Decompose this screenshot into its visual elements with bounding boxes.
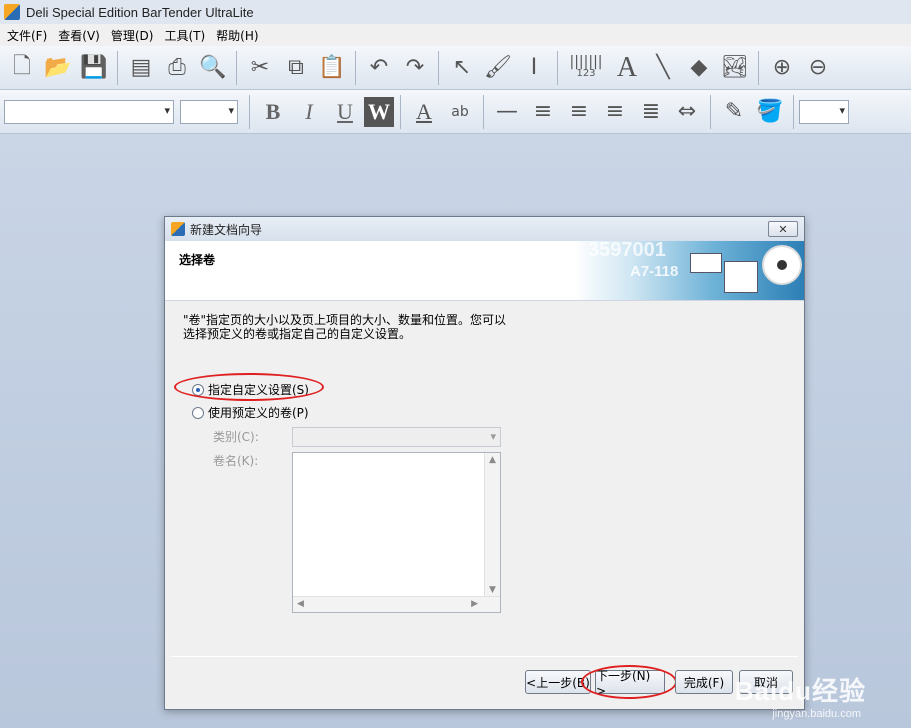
font-name-select[interactable] — [4, 99, 174, 124]
horizontal-scrollbar: ◀ ▶ — [293, 596, 500, 612]
cut-icon[interactable]: ✂ — [243, 51, 277, 85]
underline-button[interactable]: U — [328, 95, 362, 129]
red-annotation-ellipse — [174, 373, 324, 401]
bartender-logo-icon — [4, 4, 20, 20]
menu-tools[interactable]: 工具(T) — [161, 25, 213, 46]
bold-button[interactable]: B — [256, 95, 290, 129]
page-setup-icon[interactable]: ▤ — [124, 51, 158, 85]
roll-name-label: 卷名(K): — [213, 454, 259, 468]
zoom-out-icon[interactable]: ⊖ — [801, 51, 835, 85]
category-select — [292, 427, 501, 447]
redo-icon[interactable]: ↷ — [398, 51, 432, 85]
menu-view[interactable]: 查看(V) — [55, 25, 108, 46]
fit-to-frame-icon[interactable]: ⇔ — [670, 95, 704, 129]
roll-name-list: ▲ ▼ ◀ ▶ — [292, 452, 501, 613]
format-toolbar: B I U W A ab — ≡ ≡ ≡ ≣ ⇔ ✎ 🪣 — [0, 90, 911, 134]
barcode-icon[interactable]: ||||||| 123 — [564, 51, 608, 85]
scroll-left-arrow-icon: ◀ — [297, 599, 304, 609]
new-document-icon[interactable]: 🗋 — [5, 51, 39, 85]
open-folder-icon[interactable]: 📂 — [41, 51, 75, 85]
banner-illustration: 3597001 A7-118 — [574, 241, 804, 300]
font-color-button[interactable]: A — [407, 95, 441, 129]
select-pointer-icon[interactable]: ↖ — [445, 51, 479, 85]
align-right-icon[interactable]: ≡ — [598, 95, 632, 129]
red-annotation-ellipse — [581, 665, 677, 699]
line-tool-icon[interactable]: ╲ — [646, 51, 680, 85]
label-sample-icon — [690, 253, 722, 273]
dialog-title: 新建文档向导 — [190, 222, 263, 237]
save-icon[interactable]: 💾 — [77, 51, 111, 85]
text-highlight-button[interactable]: ab — [443, 95, 477, 129]
print-icon[interactable]: ⎙ — [160, 51, 194, 85]
close-icon: ✕ — [778, 222, 788, 236]
zoom-in-icon[interactable]: ⊕ — [765, 51, 799, 85]
picture-tool-icon[interactable]: 🏞 — [718, 51, 752, 85]
toolbar-separator — [236, 50, 237, 85]
barcode-caption: 123 — [576, 67, 596, 79]
wordart-button[interactable]: W — [364, 96, 394, 127]
align-left-icon[interactable]: ≡ — [526, 95, 560, 129]
radio-predefined-roll[interactable]: 使用预定义的卷(P) — [192, 404, 309, 421]
radio-button-unchecked[interactable] — [192, 406, 204, 419]
text-cursor-icon[interactable]: I — [517, 51, 551, 85]
toolbar-separator — [557, 50, 558, 85]
toolbar-separator — [438, 50, 439, 85]
format-painter-icon[interactable]: 🖌 — [481, 51, 515, 85]
wizard-banner: 选择卷 3597001 A7-118 — [165, 241, 804, 301]
undo-icon[interactable]: ↶ — [362, 51, 396, 85]
line-color-icon[interactable]: ✎ — [717, 95, 751, 129]
page-heading: 选择卷 — [179, 253, 216, 267]
toolbar-separator — [117, 50, 118, 85]
italic-button[interactable]: I — [292, 95, 326, 129]
bartender-logo-icon — [171, 222, 185, 236]
close-button[interactable]: ✕ — [768, 221, 798, 237]
toolbar-separator — [758, 50, 759, 85]
scroll-up-arrow-icon: ▲ — [489, 455, 496, 465]
toolbar-separator — [483, 94, 484, 129]
toolbar-separator — [793, 94, 794, 129]
line-style-icon[interactable]: — — [490, 95, 524, 129]
dialog-title-bar: 新建文档向导 ✕ — [165, 217, 804, 241]
baidu-watermark-url: jingyan.baidu.com — [772, 708, 861, 720]
scroll-right-arrow-icon: ▶ — [471, 599, 478, 609]
window-title: Deli Special Edition BarTender UltraLite — [26, 4, 254, 20]
finish-button[interactable]: 完成(F) — [675, 670, 733, 694]
align-center-icon[interactable]: ≡ — [562, 95, 596, 129]
paste-icon[interactable]: 📋 — [315, 51, 349, 85]
banner-code: A7-118 — [630, 263, 679, 280]
shape-tool-icon[interactable]: ◆ — [682, 51, 716, 85]
cd-disc-icon — [762, 245, 802, 285]
title-bar: Deli Special Edition BarTender UltraLite — [0, 0, 911, 24]
scroll-down-arrow-icon: ▼ — [489, 585, 496, 595]
description-text: "卷"指定页的大小以及页上项目的大小、数量和位置。您可以选择预定义的卷或指定自己… — [183, 313, 507, 341]
main-toolbar: 🗋 📂 💾 ▤ ⎙ 🔍 ✂ ⧉ 📋 ↶ ↷ ↖ 🖌 I ||||||| 123 … — [0, 46, 911, 90]
footer-divider — [171, 656, 798, 657]
category-label: 类别(C): — [213, 430, 259, 444]
toolbar-separator — [710, 94, 711, 129]
menu-help[interactable]: 帮助(H) — [213, 25, 266, 46]
font-size-select[interactable] — [180, 99, 238, 124]
barcode-bars: ||||||| — [569, 53, 603, 70]
line-width-select[interactable] — [799, 99, 849, 124]
menu-file[interactable]: 文件(F) — [4, 25, 55, 46]
text-tool-icon[interactable]: A — [610, 51, 644, 85]
radio-predefined-label: 使用预定义的卷(P) — [208, 406, 309, 420]
new-document-wizard-dialog: 新建文档向导 ✕ 选择卷 3597001 A7-118 "卷"指定页的大小以及页… — [164, 216, 805, 710]
menu-bar: 文件(F) 查看(V) 管理(D) 工具(T) 帮助(H) — [0, 24, 911, 46]
toolbar-separator — [400, 94, 401, 129]
vertical-scrollbar: ▲ ▼ — [484, 453, 500, 597]
copy-icon[interactable]: ⧉ — [279, 51, 313, 85]
toolbar-separator — [355, 50, 356, 85]
banner-number: 3597001 — [588, 241, 666, 261]
menu-manage[interactable]: 管理(D) — [108, 25, 162, 46]
print-preview-icon[interactable]: 🔍 — [196, 51, 230, 85]
align-justify-icon[interactable]: ≣ — [634, 95, 668, 129]
label-sample-icon — [724, 261, 758, 293]
baidu-watermark: Baidu经验 — [734, 676, 866, 706]
fill-color-icon[interactable]: 🪣 — [753, 95, 787, 129]
toolbar-separator — [249, 94, 250, 129]
